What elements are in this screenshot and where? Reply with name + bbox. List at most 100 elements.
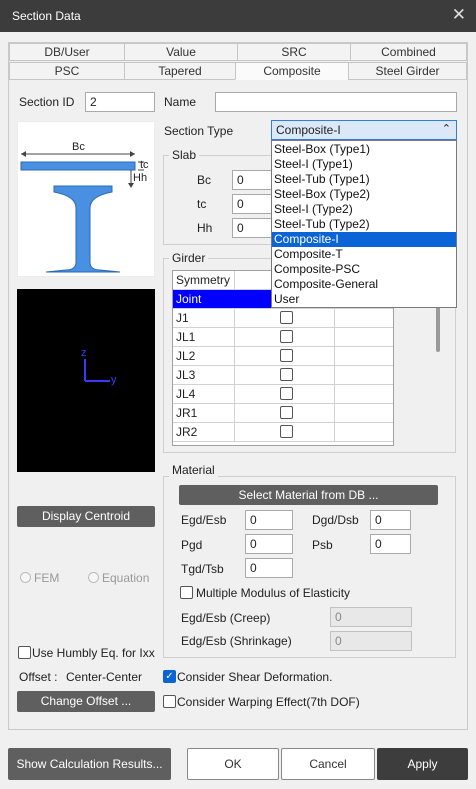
tc-label: tc: [197, 197, 207, 211]
table-row[interactable]: JL3: [173, 366, 393, 385]
type-option[interactable]: Steel-Tub (Type1): [272, 172, 456, 187]
pgd-input[interactable]: 0: [245, 534, 293, 554]
window-title: Section Data: [12, 9, 81, 23]
offset-label: Offset :: [19, 670, 58, 684]
dgd-label: Dgd/Dsb: [312, 513, 359, 527]
section-id-label: Section ID: [19, 95, 75, 109]
type-option-selected[interactable]: Composite-I: [272, 232, 456, 247]
tgd-label: Tgd/Tsb: [181, 562, 224, 576]
row-label: J1: [173, 309, 235, 328]
change-offset-button[interactable]: Change Offset ...: [17, 691, 155, 712]
egd-input[interactable]: 0: [245, 510, 293, 530]
table-row[interactable]: J1: [173, 309, 393, 328]
tab-steel-girder[interactable]: Steel Girder: [348, 62, 467, 80]
cancel-button[interactable]: Cancel: [281, 748, 375, 780]
table-row[interactable]: JL2: [173, 347, 393, 366]
ok-button[interactable]: OK: [187, 748, 279, 780]
creep-label: Egd/Esb (Creep): [181, 611, 271, 625]
tab-db-user[interactable]: DB/User: [9, 43, 125, 61]
girder-title: Girder: [169, 251, 209, 265]
apply-button[interactable]: Apply: [377, 748, 468, 780]
z-axis-label: z: [81, 347, 87, 359]
tab-value[interactable]: Value: [124, 43, 238, 61]
row-label: JR2: [173, 423, 235, 442]
section-id-input[interactable]: 2: [85, 92, 155, 112]
section-type-value: Composite-I: [276, 123, 341, 137]
tab-composite[interactable]: Composite: [235, 62, 349, 80]
title-bar: Section Data ✕: [0, 0, 476, 32]
humbly-checkbox[interactable]: [18, 646, 31, 659]
display-centroid-button[interactable]: Display Centroid: [17, 506, 155, 527]
row-checkbox[interactable]: [280, 425, 293, 438]
warping-checkbox[interactable]: [163, 695, 176, 708]
dgd-input[interactable]: 0: [370, 510, 411, 530]
row-label: JL1: [173, 328, 235, 347]
humbly-label: Use Humbly Eq. for Ixx: [32, 646, 155, 660]
show-calculation-button[interactable]: Show Calculation Results...: [8, 748, 171, 780]
tab-combined[interactable]: Combined: [350, 43, 467, 61]
shear-label: Consider Shear Deformation.: [177, 670, 333, 684]
centroid-preview: z y: [17, 289, 155, 472]
psb-input[interactable]: 0: [370, 534, 411, 554]
row-checkbox[interactable]: [280, 311, 293, 324]
tc-input[interactable]: 0: [232, 194, 274, 214]
name-label: Name: [164, 95, 197, 109]
row-checkbox[interactable]: [280, 330, 293, 343]
section-type-label: Section Type: [164, 124, 234, 138]
fem-radio: [20, 572, 31, 583]
tgd-input[interactable]: 0: [245, 558, 293, 578]
symmetry-header: Symmetry: [173, 271, 235, 290]
type-option[interactable]: User: [272, 292, 456, 307]
table-row[interactable]: JR2: [173, 423, 393, 442]
bc-input[interactable]: 0: [232, 170, 274, 190]
creep-input: 0: [330, 607, 412, 627]
equation-radio: [88, 572, 99, 583]
type-option[interactable]: Steel-I (Type2): [272, 202, 456, 217]
tab-tapered[interactable]: Tapered: [124, 62, 236, 80]
section-type-select[interactable]: Composite-I ⌃: [271, 120, 457, 140]
material-title: Material: [169, 463, 218, 477]
equation-label: Equation: [102, 571, 150, 585]
y-axis-label: y: [111, 374, 117, 386]
row-checkbox[interactable]: [280, 368, 293, 381]
type-option[interactable]: Steel-Box (Type1): [272, 142, 456, 157]
select-material-button[interactable]: Select Material from DB ...: [179, 485, 438, 505]
hh-dimension-label: Hh: [133, 172, 148, 184]
section-type-dropdown[interactable]: Steel-Box (Type1) Steel-I (Type1) Steel-…: [271, 140, 457, 308]
hh-label: Hh: [197, 221, 213, 235]
row-checkbox[interactable]: [280, 387, 293, 400]
table-row[interactable]: JR1: [173, 404, 393, 423]
row-checkbox[interactable]: [280, 349, 293, 362]
pgd-label: Pgd: [181, 538, 203, 552]
name-input[interactable]: [215, 92, 457, 112]
hh-input[interactable]: 0: [232, 218, 274, 238]
slab-title: Slab: [169, 148, 200, 162]
table-row[interactable]: JL4: [173, 385, 393, 404]
row-checkbox[interactable]: [280, 406, 293, 419]
axis-triad-icon: [84, 359, 110, 382]
type-option[interactable]: Composite-General: [272, 277, 456, 292]
shrinkage-input: 0: [330, 631, 412, 651]
multiple-modulus-label: Multiple Modulus of Elasticity: [196, 586, 351, 600]
tab-psc[interactable]: PSC: [9, 62, 125, 80]
row-label: Joint: [176, 292, 202, 306]
type-option[interactable]: Composite-T: [272, 247, 456, 262]
shear-checkbox[interactable]: ✓: [163, 670, 176, 683]
type-option[interactable]: Steel-Box (Type2): [272, 187, 456, 202]
i-girder-shape-icon: [20, 151, 144, 273]
row-label: JL2: [173, 347, 235, 366]
type-option[interactable]: Steel-Tub (Type2): [272, 217, 456, 232]
row-label: JL4: [173, 385, 235, 404]
row-label: JR1: [173, 404, 235, 423]
row-label: JL3: [173, 366, 235, 385]
chevron-up-icon: ⌃: [441, 123, 451, 135]
multiple-modulus-checkbox[interactable]: [180, 586, 193, 599]
psb-label: Psb: [312, 538, 333, 552]
close-icon[interactable]: ✕: [452, 5, 466, 25]
offset-value: Center-Center: [66, 670, 143, 684]
table-row[interactable]: JL1: [173, 328, 393, 347]
type-option[interactable]: Composite-PSC: [272, 262, 456, 277]
shrinkage-label: Edg/Esb (Shrinkage): [181, 634, 292, 648]
tab-src[interactable]: SRC: [237, 43, 351, 61]
type-option[interactable]: Steel-I (Type1): [272, 157, 456, 172]
